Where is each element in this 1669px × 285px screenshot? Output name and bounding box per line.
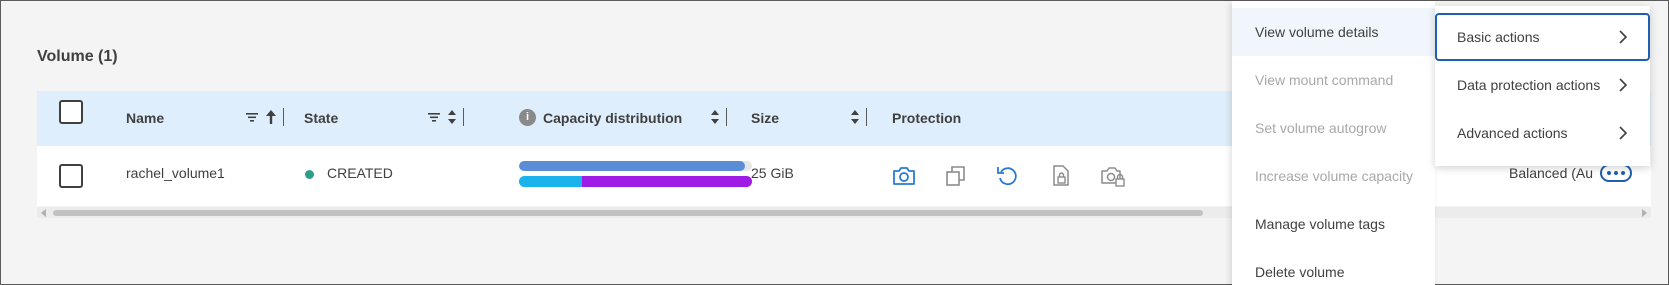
menu-item-label: Advanced actions bbox=[1457, 125, 1568, 141]
tiering-policy: Balanced (Au bbox=[1509, 165, 1594, 181]
size-column-controls bbox=[850, 108, 867, 126]
header-capacity[interactable]: Capacity distribution bbox=[543, 110, 682, 126]
restore-icon[interactable] bbox=[995, 163, 1021, 189]
chevron-right-icon bbox=[1619, 78, 1628, 92]
menu-item-label: Data protection actions bbox=[1457, 77, 1601, 93]
scroll-left-arrow-icon[interactable] bbox=[41, 209, 46, 217]
row-checkbox[interactable] bbox=[59, 164, 83, 188]
header-state[interactable]: State bbox=[304, 110, 338, 126]
more-icon-dot bbox=[1621, 171, 1625, 175]
volumes-page: Volume (1) Name State i Capacity distrib… bbox=[0, 0, 1669, 285]
state-column-controls bbox=[427, 108, 464, 126]
info-icon[interactable]: i bbox=[519, 109, 536, 126]
menu-item-data-protection-actions[interactable]: Data protection actions bbox=[1435, 61, 1650, 109]
sort-icon[interactable] bbox=[447, 109, 457, 125]
sort-icon[interactable] bbox=[850, 109, 860, 125]
column-divider[interactable] bbox=[463, 108, 464, 126]
column-divider[interactable] bbox=[726, 108, 727, 126]
chevron-right-icon bbox=[1619, 30, 1628, 44]
locked-camera-icon[interactable] bbox=[1100, 163, 1126, 189]
menu-item-delete-volume[interactable]: Delete volume bbox=[1232, 248, 1435, 285]
volume-actions-menu: View volume details View mount command S… bbox=[1232, 1, 1435, 285]
copy-icon[interactable] bbox=[943, 163, 969, 189]
capacity-used-bar bbox=[519, 161, 752, 171]
menu-item-view-volume-details[interactable]: View volume details bbox=[1232, 8, 1435, 56]
header-size[interactable]: Size bbox=[751, 110, 779, 126]
capacity-used-fill bbox=[519, 161, 745, 171]
column-divider[interactable] bbox=[283, 108, 284, 126]
volume-name[interactable]: rachel_volume1 bbox=[126, 165, 225, 181]
status-dot bbox=[305, 170, 314, 179]
volume-state: CREATED bbox=[327, 165, 393, 181]
camera-icon[interactable] bbox=[891, 163, 917, 189]
menu-item-view-mount-command[interactable]: View mount command bbox=[1232, 56, 1435, 104]
menu-item-basic-actions[interactable]: Basic actions bbox=[1435, 13, 1650, 61]
scrollbar-thumb[interactable] bbox=[53, 210, 1203, 216]
menu-item-increase-volume-capacity[interactable]: Increase volume capacity bbox=[1232, 152, 1435, 200]
chevron-right-icon bbox=[1619, 126, 1628, 140]
section-title: Volume (1) bbox=[37, 48, 118, 65]
menu-item-advanced-actions[interactable]: Advanced actions bbox=[1435, 109, 1650, 157]
filter-icon[interactable] bbox=[427, 110, 441, 124]
sort-icon[interactable] bbox=[710, 109, 720, 125]
capacity-segment-1 bbox=[519, 176, 582, 187]
capacity-column-controls bbox=[710, 108, 727, 126]
scroll-right-arrow-icon[interactable] bbox=[1642, 209, 1647, 217]
more-icon-dot bbox=[1607, 171, 1611, 175]
capacity-segment-2 bbox=[581, 176, 752, 187]
locked-document-icon[interactable] bbox=[1048, 163, 1074, 189]
menu-item-label: Basic actions bbox=[1457, 29, 1540, 45]
select-all-checkbox[interactable] bbox=[59, 100, 83, 124]
volume-size: 25 GiB bbox=[751, 165, 794, 181]
header-protection: Protection bbox=[892, 110, 962, 126]
column-divider[interactable] bbox=[866, 108, 867, 126]
menu-item-set-volume-autogrow[interactable]: Set volume autogrow bbox=[1232, 104, 1435, 152]
more-actions-button[interactable] bbox=[1600, 164, 1632, 182]
sort-ascending-icon[interactable] bbox=[265, 109, 277, 125]
more-icon-dot bbox=[1614, 171, 1618, 175]
name-column-controls bbox=[245, 108, 284, 126]
filter-icon[interactable] bbox=[245, 110, 259, 124]
capacity-distribution-bar bbox=[519, 176, 752, 187]
header-name[interactable]: Name bbox=[126, 110, 164, 126]
action-category-menu: Basic actions Data protection actions Ad… bbox=[1435, 6, 1650, 166]
menu-item-manage-volume-tags[interactable]: Manage volume tags bbox=[1232, 200, 1435, 248]
